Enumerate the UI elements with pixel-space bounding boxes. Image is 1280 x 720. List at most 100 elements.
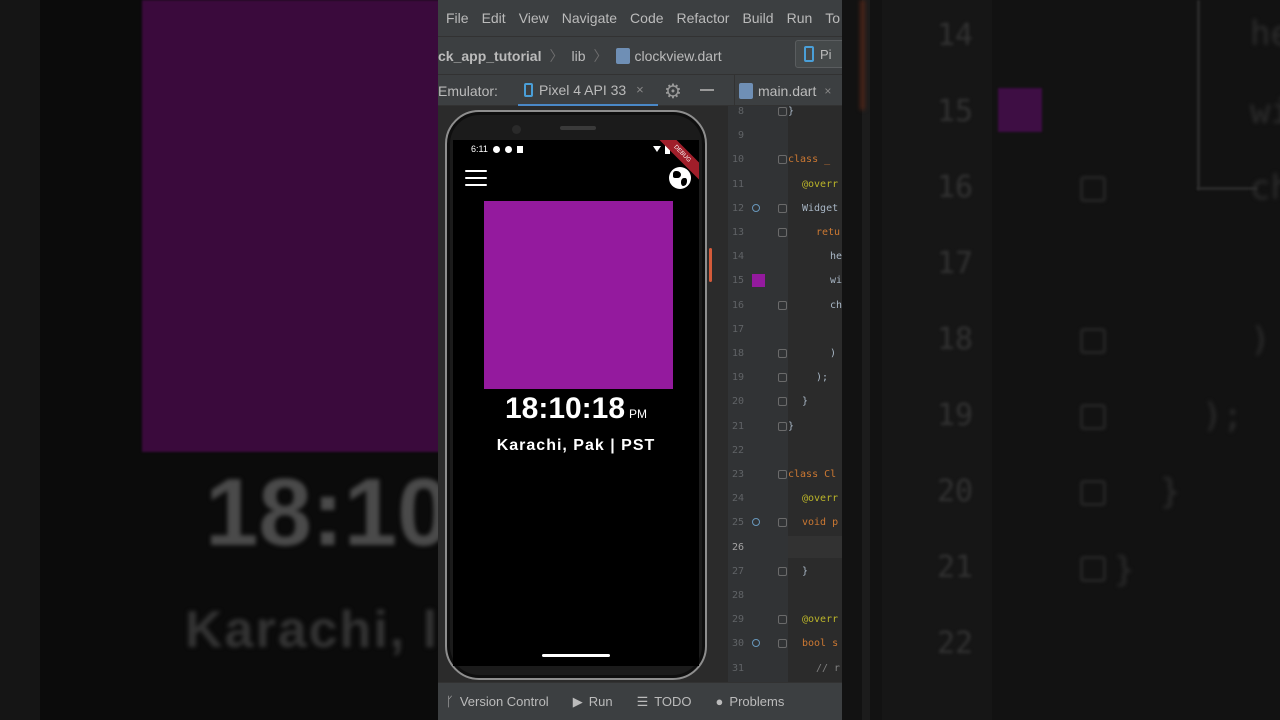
line-number: 26 xyxy=(731,541,744,553)
line-number: 25 xyxy=(731,517,744,529)
clock-time: 18:10:18 xyxy=(504,392,626,425)
shield-status-icon xyxy=(505,146,512,153)
version-control-tool-button[interactable]: ᚴ Version Control xyxy=(446,694,549,709)
line-number: 27 xyxy=(731,565,744,577)
problems-tool-button[interactable]: ● Problems xyxy=(716,694,785,709)
code-line: } xyxy=(788,106,795,117)
background-guide-line xyxy=(1197,0,1200,190)
background-fold-marker xyxy=(1080,328,1106,354)
fold-marker-icon[interactable] xyxy=(778,228,787,237)
fold-marker-icon[interactable] xyxy=(778,566,787,576)
fold-marker-icon[interactable] xyxy=(778,397,787,407)
code-line: ch xyxy=(830,299,842,311)
android-studio-window: File Edit View Navigate Code Refactor Bu… xyxy=(438,0,842,720)
line-number: 17 xyxy=(731,323,744,335)
breadcrumb-project[interactable]: ck_app_tutorial xyxy=(438,48,541,64)
phone-icon xyxy=(524,82,533,97)
menu-view[interactable]: View xyxy=(519,10,549,26)
background-code-text: he xyxy=(1250,14,1280,54)
menu-code[interactable]: Code xyxy=(630,10,663,26)
blurred-background-right: 14 15 16 17 18 19 20 21 22 he wi ch ) );… xyxy=(842,0,1280,720)
wifi-icon xyxy=(653,146,661,152)
camera xyxy=(512,125,521,134)
device-selector[interactable]: Pi xyxy=(795,40,842,68)
background-guide-line xyxy=(1197,187,1257,190)
code-line: @overr xyxy=(802,178,839,190)
clock-color-box xyxy=(484,201,673,389)
tool-window-bar: ᚴ Version Control ▶ Run ☰ TODO ● Problems xyxy=(438,682,842,720)
line-number: 20 xyxy=(731,396,744,408)
code-line: retu xyxy=(816,227,841,238)
code-line: } xyxy=(802,396,809,408)
line-number: 23 xyxy=(731,469,744,480)
override-marker-icon[interactable] xyxy=(752,518,760,527)
menu-edit[interactable]: Edit xyxy=(482,10,506,26)
line-number: 21 xyxy=(731,420,744,432)
gear-icon[interactable]: ⚙ xyxy=(664,79,682,104)
line-number: 29 xyxy=(731,614,744,626)
fold-marker-icon[interactable] xyxy=(778,421,787,431)
tab-main-dart[interactable]: main.dart × xyxy=(734,75,842,107)
emulator-pane: 6:11 DEBUG 18:10:18 PM Karachi, Pak | PS… xyxy=(438,106,728,682)
fold-marker-icon[interactable] xyxy=(778,373,787,383)
line-number: 18 xyxy=(731,348,744,359)
fold-marker-icon[interactable] xyxy=(778,639,787,649)
device-selector-label: Pi xyxy=(820,46,832,62)
breadcrumb-folder[interactable]: lib xyxy=(571,48,585,64)
line-number: 24 xyxy=(731,493,744,505)
code-line: he xyxy=(830,251,842,263)
background-line-number: 22 xyxy=(937,626,974,661)
code-line: bool s xyxy=(802,638,839,650)
globe-icon[interactable] xyxy=(669,167,691,189)
line-number: 19 xyxy=(731,372,744,384)
menu-build[interactable]: Build xyxy=(742,10,773,26)
code-line: Widget xyxy=(802,202,839,214)
run-icon: ▶ xyxy=(572,693,583,709)
line-number: 15 xyxy=(731,275,744,287)
override-marker-icon[interactable] xyxy=(752,203,760,212)
menu-icon[interactable] xyxy=(465,170,487,191)
background-line-number: 15 xyxy=(937,94,974,129)
todo-label: TODO xyxy=(654,694,692,709)
speaker xyxy=(560,126,596,130)
menu-run[interactable]: Run xyxy=(787,10,813,26)
fold-marker-icon[interactable] xyxy=(778,349,787,358)
fold-marker-icon[interactable] xyxy=(778,203,787,213)
run-tool-button[interactable]: ▶ Run xyxy=(573,694,613,710)
fold-marker-icon[interactable] xyxy=(778,300,787,310)
minimize-icon[interactable] xyxy=(700,89,714,91)
menu-file[interactable]: File xyxy=(446,10,469,26)
fold-marker-icon[interactable] xyxy=(778,107,787,116)
tab-pixel-4[interactable]: Pixel 4 API 33 × xyxy=(518,75,658,107)
breadcrumb: ck_app_tutorial 〉 lib 〉 clockview.dart xyxy=(438,36,842,74)
code-editor[interactable]: } class _ @overr Widget retu he wi ch));}} class… xyxy=(788,106,842,682)
settings-status-icon xyxy=(493,146,500,153)
phone-screen[interactable]: 6:11 DEBUG 18:10:18 PM Karachi, Pak | PS… xyxy=(453,140,699,666)
menu-navigate[interactable]: Navigate xyxy=(562,10,617,26)
scroll-marker xyxy=(709,248,712,282)
problems-label: Problems xyxy=(729,694,785,709)
background-line-number: 19 xyxy=(937,398,974,433)
chevron-right-icon: 〉 xyxy=(593,47,608,64)
menu-refactor[interactable]: Refactor xyxy=(677,10,730,26)
close-icon[interactable]: × xyxy=(636,82,644,97)
background-code-text: ) xyxy=(1250,320,1271,360)
background-code-text: wi xyxy=(1250,92,1280,132)
background-line-number: 18 xyxy=(937,322,974,357)
close-icon[interactable]: × xyxy=(824,84,831,98)
menu-tools[interactable]: To xyxy=(825,10,840,26)
background-code-text: ch xyxy=(1250,168,1280,208)
fold-marker-icon[interactable] xyxy=(778,518,787,528)
home-indicator[interactable] xyxy=(542,654,610,657)
dart-file-icon xyxy=(739,83,753,99)
fold-marker-icon[interactable] xyxy=(778,470,787,479)
code-line: ) xyxy=(830,348,837,359)
breadcrumb-file[interactable]: clockview.dart xyxy=(635,48,722,64)
color-swatch[interactable] xyxy=(752,274,765,288)
background-line-number: 16 xyxy=(937,170,974,205)
fold-marker-icon[interactable] xyxy=(778,155,787,165)
todo-tool-button[interactable]: ☰ TODO xyxy=(637,694,692,710)
version-control-label: Version Control xyxy=(459,694,549,709)
override-marker-icon[interactable] xyxy=(752,639,760,648)
fold-marker-icon[interactable] xyxy=(778,615,787,625)
